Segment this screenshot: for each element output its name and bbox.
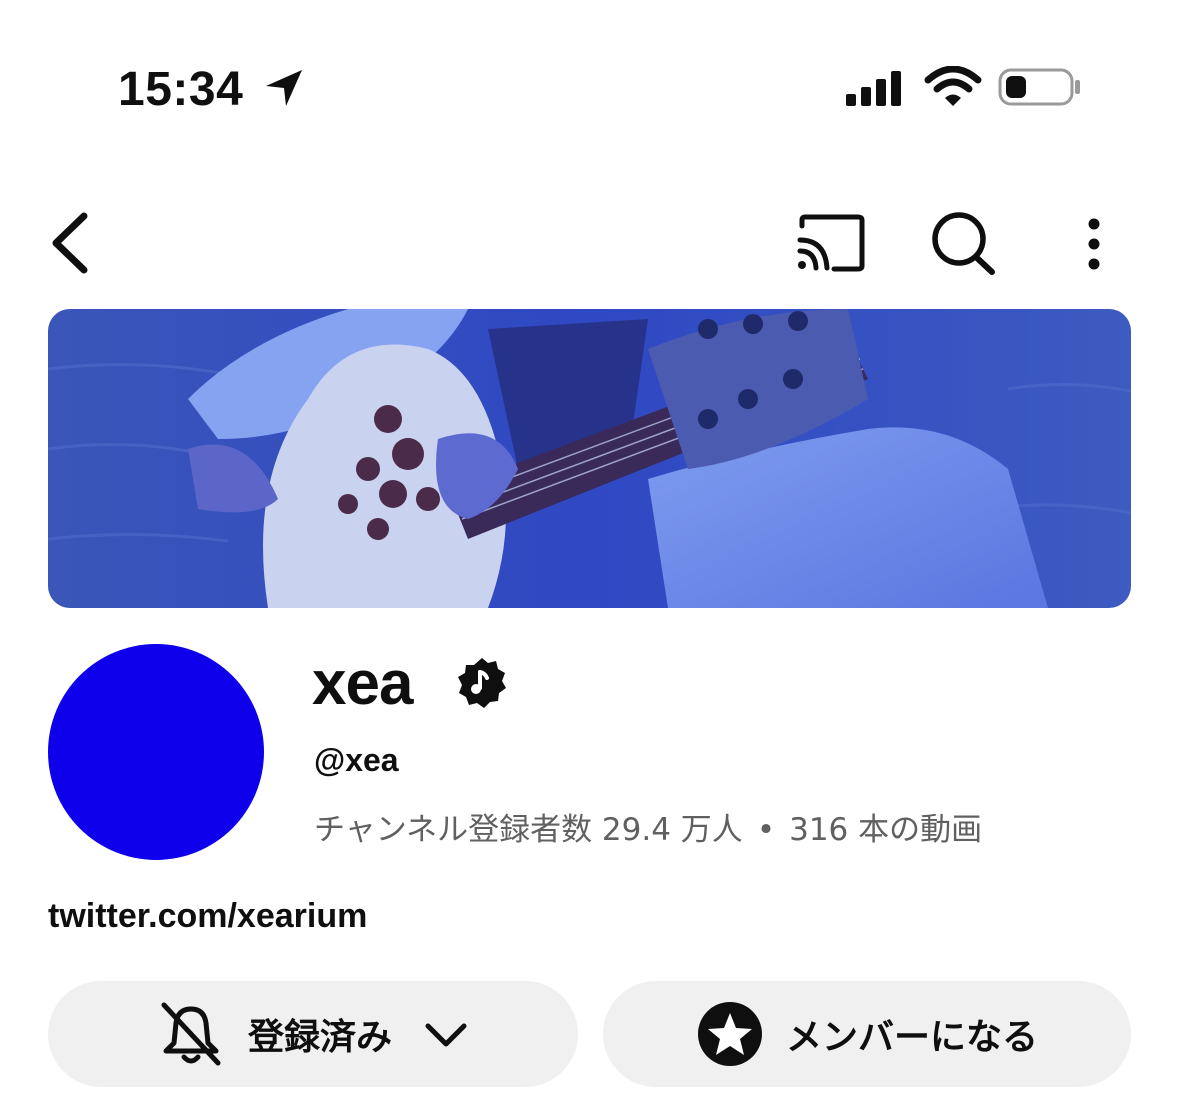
battery-icon [998, 68, 1080, 106]
subscribed-label: 登録済み [247, 1017, 392, 1058]
channel-name: xea [312, 649, 413, 718]
channel-handle: @xea [314, 742, 399, 778]
member-label: メンバーになる [785, 1017, 1038, 1058]
subscribed-button[interactable]: 登録済み [48, 981, 578, 1087]
cast-icon[interactable] [794, 212, 868, 274]
channel-avatar[interactable] [48, 644, 264, 860]
stats-separator: • [756, 812, 776, 848]
search-icon[interactable] [928, 210, 998, 276]
channel-stats: チャンネル登録者数 29.4 万人 • 316 本の動画 [314, 804, 982, 849]
subscriber-count: チャンネル登録者数 29.4 万人 [314, 812, 743, 848]
bell-off-icon [161, 1002, 221, 1066]
channel-banner [48, 309, 1131, 608]
join-membership-button[interactable]: メンバーになる [603, 981, 1131, 1087]
status-time: 15:34 [118, 63, 244, 116]
star-circle-icon [697, 1002, 762, 1066]
cellular-signal-icon [846, 71, 901, 106]
more-vertical-icon[interactable] [1072, 214, 1116, 274]
location-arrow-icon [266, 70, 302, 106]
back-chevron-icon[interactable] [44, 210, 100, 276]
music-note-verified-icon [458, 658, 506, 708]
channel-link[interactable]: twitter.com/xearium [48, 897, 367, 936]
video-count: 316 本の動画 [789, 812, 983, 848]
wifi-icon [924, 66, 982, 106]
chevron-down-icon [425, 1023, 467, 1047]
